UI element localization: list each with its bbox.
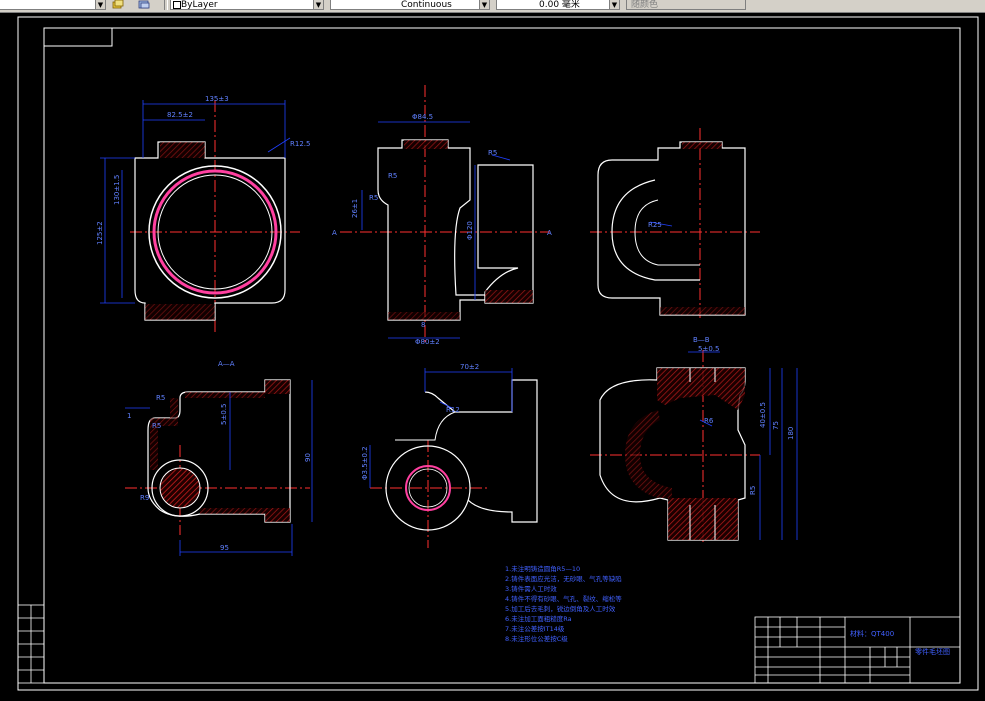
chevron-down-icon: ▼ <box>313 0 323 9</box>
lineweight-label: 0.00 毫米 <box>539 0 580 10</box>
dim-label: 5±0.5 <box>220 404 228 425</box>
dim-label: R5 <box>156 394 165 402</box>
dim-label: Φ3.5±0.2 <box>361 446 369 480</box>
dim-label: R5 <box>388 172 397 180</box>
chevron-down-icon: ▼ <box>95 0 105 9</box>
dim-label: R5 <box>749 486 757 495</box>
dim-label: 40±0.5 <box>759 402 767 428</box>
properties-toolbar: ▼ ByLayer ▼ Continuous ▼ 0.00 毫米 ▼ 随颜色 <box>0 0 985 13</box>
note-line: 4.铸件不得有砂眼、气孔、裂纹、缩松等 <box>505 594 622 603</box>
dim-label: 1 <box>127 412 131 420</box>
note-line: 1.未注明铸造圆角R5—10 <box>505 564 580 573</box>
dim-label: R25 <box>648 221 662 229</box>
margin-table <box>17 604 45 684</box>
dim-label: 82.5±2 <box>167 111 193 119</box>
note-line: 2.铸件表面应光洁，无砂眼、气孔等缺陷 <box>505 574 622 583</box>
dim-label: 75 <box>772 421 780 430</box>
section-title: B—B <box>693 336 710 344</box>
dim-label: R5 <box>369 194 378 202</box>
dim-label: R12.5 <box>290 140 310 148</box>
view-section-bb: B—B R6 5±0.5 40±0.5 75 180 R5 <box>590 336 798 545</box>
drawing-frame <box>17 16 979 691</box>
linetype-name-label: Continuous <box>401 0 452 10</box>
layer-states-icon[interactable] <box>112 0 124 9</box>
title-block-drawing-name: 零件毛坯图 <box>915 647 950 656</box>
dim-label: 130±1.5 <box>113 175 121 205</box>
dim-label: R5 <box>152 422 161 430</box>
dim-label: 125±2 <box>96 221 104 245</box>
color-dropdown[interactable]: ByLayer ▼ <box>170 0 324 10</box>
dim-label: 135±3 <box>205 95 229 103</box>
title-block: 材料：QT400 零件毛坯图 <box>754 616 961 684</box>
lineweight-dropdown[interactable]: 0.00 毫米 ▼ <box>496 0 620 10</box>
plot-style-label: 随颜色 <box>631 0 659 10</box>
dim-label: 8 <box>421 321 425 329</box>
note-line: 3.铸件需人工时效 <box>505 584 557 593</box>
dim-label: Φ120 <box>466 221 474 240</box>
dim-label: 26±1 <box>351 199 359 218</box>
plot-style-dropdown[interactable]: 随颜色 <box>626 0 746 10</box>
dim-label: 95 <box>220 544 229 552</box>
dim-label: Φ80±2 <box>415 338 440 346</box>
technical-notes: 1.未注明铸造圆角R5—10 2.铸件表面应光洁，无砂眼、气孔等缺陷 3.铸件需… <box>505 564 622 643</box>
view-section-aa: A—A R5 R5 1 R9 5±0.5 90 95 <box>125 360 313 556</box>
view-bottom-middle: 70±2 R12 Φ3.5±0.2 <box>361 363 538 548</box>
dim-label: 70±2 <box>460 363 479 371</box>
toolbar-separator <box>164 0 168 10</box>
dim-label: 90 <box>304 453 312 462</box>
title-block-material: 材料：QT400 <box>850 629 894 638</box>
dim-label: R9 <box>140 494 149 502</box>
section-title: A—A <box>218 360 235 368</box>
note-line: 7.未注公差按IT14级 <box>505 624 565 633</box>
view-side: Φ84.5 R5 R5 R5 26±1 Φ120 8 Φ80±2 A A <box>332 85 552 346</box>
section-marker: A <box>332 229 337 237</box>
drawing-canvas[interactable]: 135±3 82.5±2 R12.5 130±1.5 125±2 Φ84.5 R… <box>0 13 985 701</box>
dim-label: 5±0.5 <box>698 345 719 353</box>
dim-label: Φ84.5 <box>412 113 433 121</box>
dim-label: 180 <box>787 427 795 440</box>
chevron-down-icon: ▼ <box>609 0 619 9</box>
chevron-down-icon: ▼ <box>479 0 489 9</box>
dim-label: R12 <box>446 406 460 414</box>
dim-label: R6 <box>704 417 714 425</box>
note-line: 6.未注加工面粗糙度Ra <box>505 614 572 623</box>
view-front: 135±3 82.5±2 R12.5 130±1.5 125±2 <box>96 95 310 335</box>
view-top: R25 <box>590 128 760 318</box>
layer-previous-icon[interactable] <box>138 0 150 9</box>
layer-dropdown[interactable]: ▼ <box>0 0 106 10</box>
color-swatch-icon <box>173 1 181 9</box>
linetype-control-label: ByLayer <box>181 0 218 10</box>
linetype-dropdown[interactable]: Continuous ▼ <box>330 0 490 10</box>
dim-label: R5 <box>488 149 497 157</box>
section-marker: A <box>547 229 552 237</box>
note-line: 8.未注形位公差按C级 <box>505 634 568 643</box>
note-line: 5.加工后去毛刺，锐边倒角及人工时效 <box>505 604 616 613</box>
